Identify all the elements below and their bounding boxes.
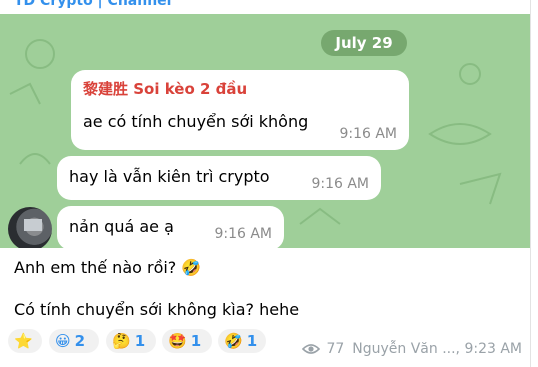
reaction-grin[interactable]: 😀 2 bbox=[49, 329, 99, 353]
reaction-star-struck[interactable]: 🤩 1 bbox=[162, 329, 212, 353]
scrollbar[interactable] bbox=[530, 0, 538, 367]
reaction-star[interactable]: ⭐ bbox=[8, 329, 42, 353]
reaction-count: 1 bbox=[246, 332, 258, 350]
reaction-count: 1 bbox=[190, 332, 202, 350]
message-bubble[interactable]: hay là vẫn kiên trì crypto 9:16 AM bbox=[57, 156, 381, 200]
star-icon: ⭐ bbox=[14, 332, 33, 350]
rofl-icon: 🤣 bbox=[224, 332, 243, 350]
post-body: Anh em thế nào rồi? 🤣 Có tính chuyển sới… bbox=[0, 248, 530, 367]
date-pill: July 29 bbox=[321, 30, 407, 56]
message-bubble[interactable]: nản quá ae ạ 9:16 AM bbox=[57, 206, 284, 248]
channel-title[interactable]: TD Crypto | Channel bbox=[14, 0, 171, 9]
reaction-thinking[interactable]: 🤔 1 bbox=[106, 329, 156, 353]
star-struck-icon: 🤩 bbox=[168, 332, 187, 350]
post-author-time: Nguyễn Văn ..., 9:23 AM bbox=[352, 341, 522, 357]
message-time: 9:16 AM bbox=[214, 226, 272, 242]
post-text-line: Anh em thế nào rồi? 🤣 bbox=[14, 258, 202, 277]
thinking-face-icon: 🤔 bbox=[112, 332, 131, 350]
grinning-face-icon: 😀 bbox=[55, 332, 71, 350]
avatar[interactable] bbox=[8, 207, 52, 248]
message-time: 9:16 AM bbox=[311, 176, 369, 192]
reaction-count: 2 bbox=[74, 332, 86, 350]
eye-icon bbox=[302, 344, 321, 354]
reaction-count: 1 bbox=[134, 332, 146, 350]
message-time: 9:16 AM bbox=[339, 126, 397, 142]
message-text: nản quá ae ạ bbox=[69, 217, 174, 236]
reply-message-bubble[interactable]: 黎建胜 Soi kèo 2 đầu ae có tính chuyển sới … bbox=[71, 70, 409, 150]
forwarded-screenshot: July 29 黎建胜 Soi kèo 2 đầu ae có tính chu… bbox=[0, 14, 530, 248]
message-text: hay là vẫn kiên trì crypto bbox=[69, 167, 270, 186]
post-text-line: Có tính chuyển sới không kìa? hehe bbox=[14, 300, 300, 319]
post-meta: 77 Nguyễn Văn ..., 9:23 AM bbox=[302, 341, 522, 357]
message-text: ae có tính chuyển sới không bbox=[83, 112, 309, 131]
view-count: 77 bbox=[326, 341, 345, 357]
reply-author[interactable]: 黎建胜 Soi kèo 2 đầu bbox=[83, 78, 247, 99]
reaction-rofl[interactable]: 🤣 1 bbox=[218, 329, 266, 353]
channel-header[interactable]: TD Crypto | Channel bbox=[0, 0, 538, 14]
